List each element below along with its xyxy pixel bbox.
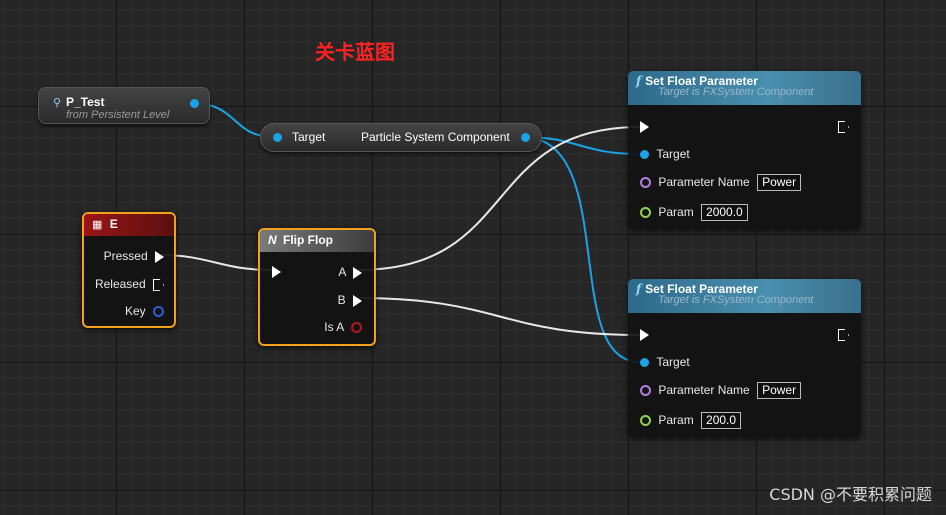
flip-flop-node[interactable]: N Flip Flop A B Is A xyxy=(258,228,376,346)
name-pin-icon[interactable] xyxy=(640,177,651,189)
key-event-header: ▦ E xyxy=(84,214,174,236)
getter-output-pin[interactable] xyxy=(521,133,530,142)
key-event-node[interactable]: ▦ E Pressed Released Key xyxy=(82,212,176,328)
wire-psc-to-target-2[interactable] xyxy=(521,136,641,363)
param-label: Param xyxy=(658,413,694,427)
b-exec-icon[interactable] xyxy=(353,294,362,307)
set-float-node-2[interactable]: f Set Float Parameter Target is FXSystem … xyxy=(628,279,861,437)
param-name-input[interactable]: Power xyxy=(757,382,802,399)
keyboard-icon: ▦ xyxy=(92,219,103,231)
set-float-1-subtitle: Target is FXSystem Component xyxy=(658,86,814,98)
set-float-1-exec-in[interactable] xyxy=(640,121,649,133)
param-label: Param xyxy=(658,205,694,219)
flip-flop-title: Flip Flop xyxy=(283,233,334,247)
p-test-name: P_Test xyxy=(66,95,105,109)
flip-flop-is-a-pin[interactable]: Is A xyxy=(324,320,362,334)
set-float-1-target-pin[interactable]: Target xyxy=(640,147,690,161)
object-pin-icon[interactable] xyxy=(640,358,649,368)
set-float-2-param-pin[interactable]: Param 200.0 xyxy=(640,412,742,429)
set-float-2-target-pin[interactable]: Target xyxy=(640,355,690,369)
param-name-label: Parameter Name xyxy=(658,383,750,397)
getter-target-pin[interactable] xyxy=(273,133,282,142)
set-float-1-param-name-pin[interactable]: Parameter Name Power xyxy=(640,174,802,191)
a-exec-icon[interactable] xyxy=(353,266,362,279)
key-label: Key xyxy=(124,304,146,318)
set-float-1-exec-out[interactable] xyxy=(838,121,849,133)
set-float-2-exec-out[interactable] xyxy=(838,329,849,341)
wire-pressed-to-flipflop[interactable] xyxy=(159,254,273,271)
pressed-label: Pressed xyxy=(103,249,148,263)
set-float-2-param-name-pin[interactable]: Parameter Name Power xyxy=(640,382,802,399)
function-icon: f xyxy=(636,282,642,296)
pressed-exec-icon[interactable] xyxy=(155,250,164,263)
set-float-2-exec-in[interactable] xyxy=(640,329,649,341)
flip-flop-a-label: A xyxy=(338,265,346,279)
p-test-icon: ⚲ xyxy=(53,97,62,109)
param-name-input[interactable]: Power xyxy=(757,174,802,191)
flip-flop-header: N Flip Flop xyxy=(260,230,374,252)
target-label: Target xyxy=(656,355,690,369)
pressed-pin[interactable]: Pressed xyxy=(104,249,164,263)
getter-target-label: Target xyxy=(292,130,326,144)
key-pin[interactable]: Key xyxy=(125,304,164,318)
watermark: CSDN @不要积累问题 xyxy=(769,485,932,504)
key-event-title: E xyxy=(109,217,118,231)
param-name-label: Parameter Name xyxy=(658,175,750,189)
p-test-output-pin[interactable] xyxy=(190,99,199,108)
object-pin-icon[interactable] xyxy=(640,150,649,160)
released-label: Released xyxy=(94,277,146,291)
component-getter-node[interactable]: Target Particle System Component xyxy=(260,123,542,152)
set-float-2-subtitle: Target is FXSystem Component xyxy=(658,294,814,306)
getter-output-label: Particle System Component xyxy=(361,130,510,144)
released-exec-icon[interactable] xyxy=(153,278,164,291)
set-float-1-header: f Set Float Parameter Target is FXSystem … xyxy=(628,71,861,105)
param-value-input[interactable]: 200.0 xyxy=(701,412,742,429)
bool-pin-icon[interactable] xyxy=(351,322,362,334)
flip-flop-b-label: B xyxy=(337,293,346,307)
p-test-subtitle: from Persistent Level xyxy=(66,109,170,121)
flip-flop-b-pin[interactable]: B xyxy=(338,293,362,307)
flip-flop-a-pin[interactable]: A xyxy=(338,265,362,279)
float-pin-icon[interactable] xyxy=(640,415,651,427)
set-float-2-header: f Set Float Parameter Target is FXSystem … xyxy=(628,279,861,313)
target-label: Target xyxy=(656,147,690,161)
set-float-1-param-pin[interactable]: Param 2000.0 xyxy=(640,204,748,221)
name-pin-icon[interactable] xyxy=(640,385,651,397)
function-icon: f xyxy=(636,74,642,88)
macro-icon: N xyxy=(268,233,277,247)
key-struct-icon[interactable] xyxy=(153,306,164,318)
p-test-node[interactable]: ⚲ P_Test from Persistent Level xyxy=(38,87,210,124)
param-value-input[interactable]: 2000.0 xyxy=(701,204,748,221)
set-float-node-1[interactable]: f Set Float Parameter Target is FXSystem … xyxy=(628,71,861,229)
released-pin[interactable]: Released xyxy=(95,277,164,291)
float-pin-icon[interactable] xyxy=(640,207,651,219)
flip-flop-exec-in[interactable] xyxy=(272,266,281,278)
is-a-label: Is A xyxy=(324,320,344,334)
